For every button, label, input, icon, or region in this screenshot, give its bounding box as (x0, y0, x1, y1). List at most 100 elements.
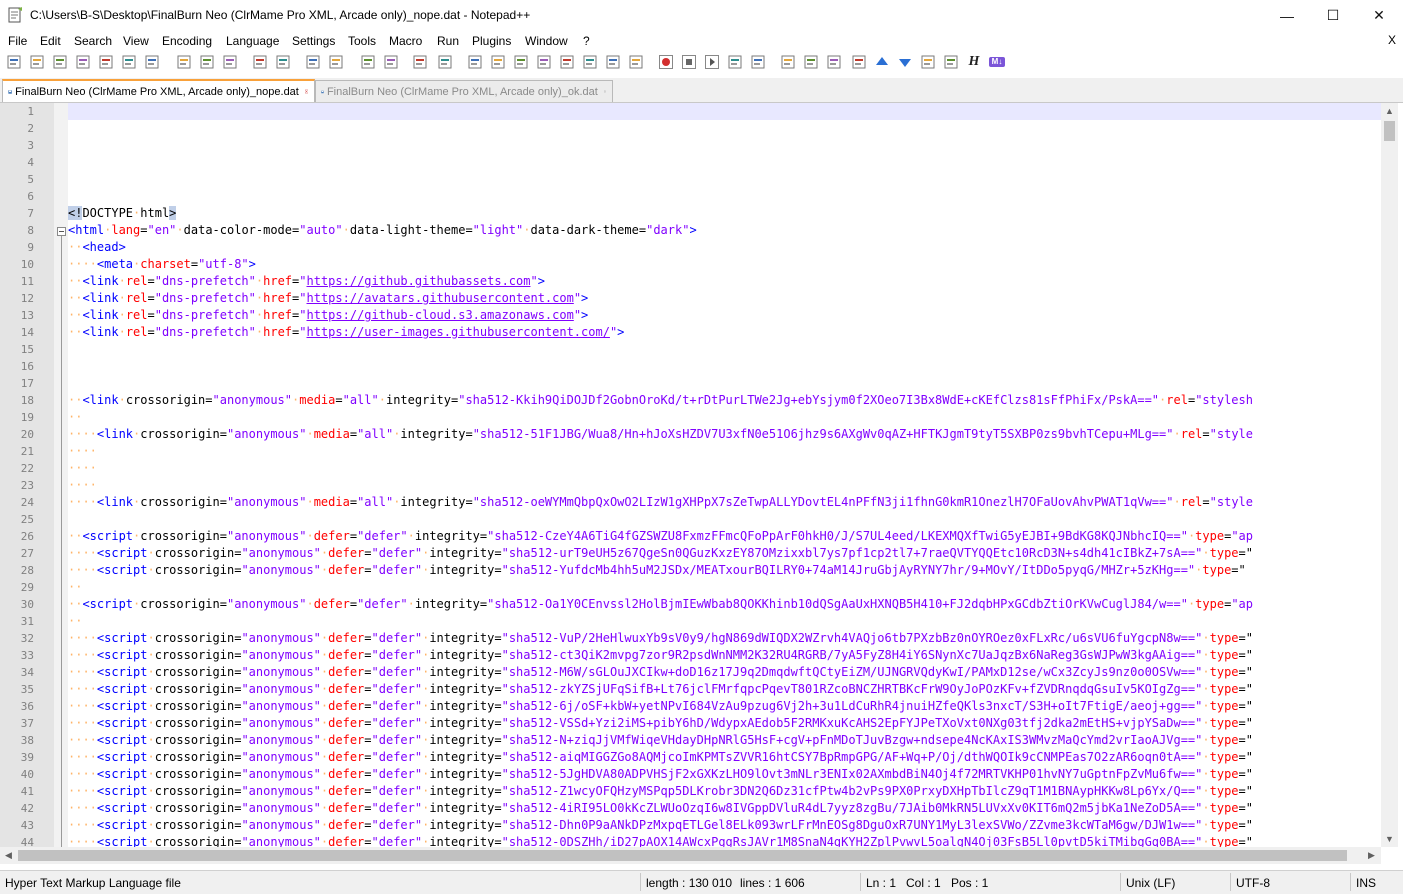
tab-close-icon[interactable] (304, 87, 308, 96)
stop-record-icon[interactable] (681, 54, 697, 70)
side-by-side-icon[interactable] (943, 54, 959, 70)
save-macro-icon[interactable] (750, 54, 766, 70)
scroll-down-icon[interactable]: ▼ (1385, 834, 1394, 844)
save-all-icon[interactable] (75, 54, 91, 70)
menu-search[interactable]: Search (74, 34, 112, 48)
menu-language[interactable]: Language (226, 34, 279, 48)
sync-vertical-icon[interactable] (412, 54, 428, 70)
code-line[interactable]: ····<script·crossorigin="anonymous"·defe… (68, 817, 1253, 834)
menu-view[interactable]: View (123, 34, 149, 48)
replace-icon[interactable] (328, 54, 344, 70)
menu-plugins[interactable]: Plugins (472, 34, 511, 48)
status-encoding[interactable]: UTF-8 (1236, 876, 1270, 890)
fold-margin[interactable] (54, 103, 68, 847)
code-line[interactable]: <!DOCTYPE·html> (68, 205, 177, 222)
menu-macro[interactable]: Macro (389, 34, 422, 48)
close-document-button[interactable]: X (1388, 33, 1396, 47)
record-macro-icon[interactable] (658, 54, 674, 70)
code-line[interactable]: ··<link·rel="dns-prefetch"·href="https:/… (68, 273, 545, 290)
tab-close-icon[interactable] (603, 87, 606, 96)
scroll-up-icon[interactable]: ▲ (1385, 106, 1394, 116)
menu-encoding[interactable]: Encoding (162, 34, 212, 48)
menu-help[interactable]: ? (583, 34, 590, 48)
folder-as-workspace-icon[interactable] (605, 54, 621, 70)
menu-window[interactable]: Window (525, 34, 568, 48)
doc-map-icon[interactable] (559, 54, 575, 70)
code-line[interactable]: ····<script·crossorigin="anonymous"·defe… (68, 783, 1253, 800)
clear-compare-icon[interactable] (851, 54, 867, 70)
vertical-scrollbar[interactable]: ▲ ▼ (1381, 103, 1398, 847)
compare-list2-icon[interactable] (826, 54, 842, 70)
code-line[interactable]: ···· (68, 460, 97, 477)
code-line[interactable]: ····<meta·charset="utf-8"> (68, 256, 256, 273)
code-line[interactable]: ··<head> (68, 239, 126, 256)
code-line[interactable]: ···· (68, 443, 97, 460)
find-icon[interactable] (305, 54, 321, 70)
markdown-icon[interactable]: M↓ (989, 54, 1005, 70)
menu-tools[interactable]: Tools (348, 34, 376, 48)
close-icon[interactable] (98, 54, 114, 70)
code-line[interactable]: ···· (68, 477, 97, 494)
status-insert-mode[interactable]: INS (1356, 876, 1376, 890)
print-icon[interactable] (144, 54, 160, 70)
menu-edit[interactable]: Edit (40, 34, 61, 48)
run-macro-multiple-icon[interactable] (727, 54, 743, 70)
redo-icon[interactable] (275, 54, 291, 70)
code-line[interactable]: ····<script·crossorigin="anonymous"·defe… (68, 630, 1253, 647)
sync-horizontal-icon[interactable] (437, 54, 453, 70)
code-line[interactable]: ··<script·crossorigin="anonymous"·defer=… (68, 528, 1253, 545)
compare-list-icon[interactable] (803, 54, 819, 70)
code-line[interactable]: ····<script·crossorigin="anonymous"·defe… (68, 800, 1253, 817)
tab-nope-dat[interactable]: FinalBurn Neo (ClrMame Pro XML, Arcade o… (2, 79, 315, 102)
editor[interactable]: 1 2 3 4 5 6 7 8 9 10 11 12 13 14 15 16 17 18 19 20 21 22 23 24 2… (0, 103, 1403, 847)
code-area[interactable]: <!DOCTYPE·html> <html·lang="en"·data-colo… (68, 103, 1381, 847)
save-icon[interactable] (52, 54, 68, 70)
code-line[interactable]: ····<script·crossorigin="anonymous"·defe… (68, 681, 1253, 698)
code-line[interactable]: <html·lang="en"·data-color-mode="auto"·d… (68, 222, 697, 239)
copy-icon[interactable] (199, 54, 215, 70)
code-line[interactable]: ····<script·crossorigin="anonymous"·defe… (68, 749, 1253, 766)
code-line[interactable]: ··<link·rel="dns-prefetch"·href="https:/… (68, 290, 588, 307)
word-wrap-icon[interactable] (467, 54, 483, 70)
menu-run[interactable]: Run (437, 34, 459, 48)
indent-guide-icon[interactable] (513, 54, 529, 70)
code-line[interactable]: ··<link·rel="dns-prefetch"·href="https:/… (68, 307, 588, 324)
close-window-button[interactable]: ✕ (1356, 0, 1402, 31)
code-line[interactable]: ····<script·crossorigin="anonymous"·defe… (68, 766, 1253, 783)
horizontal-scroll-thumb[interactable] (18, 850, 1347, 861)
code-line[interactable]: ····<script·crossorigin="anonymous"·defe… (68, 562, 1246, 579)
code-line[interactable]: ····<script·crossorigin="anonymous"·defe… (68, 545, 1253, 562)
next-diff-icon[interactable] (897, 54, 913, 70)
code-line[interactable]: ··<script·crossorigin="anonymous"·defer=… (68, 596, 1253, 613)
maximize-button[interactable]: ☐ (1310, 0, 1356, 31)
horizontal-scrollbar[interactable]: ◀ ▶ (0, 847, 1381, 864)
status-eol[interactable]: Unix (LF) (1126, 876, 1175, 890)
code-line[interactable]: ····<script·crossorigin="anonymous"·defe… (68, 647, 1253, 664)
vertical-scroll-thumb[interactable] (1384, 121, 1395, 141)
zoom-out-icon[interactable] (383, 54, 399, 70)
scroll-right-icon[interactable]: ▶ (1368, 850, 1375, 861)
menu-settings[interactable]: Settings (292, 34, 335, 48)
code-line[interactable]: ·· (68, 613, 82, 630)
compare-icon[interactable] (780, 54, 796, 70)
html-tag-icon[interactable]: H (966, 54, 982, 70)
new-file-icon[interactable] (6, 54, 22, 70)
code-line[interactable]: ··<link·rel="dns-prefetch"·href="https:/… (68, 324, 624, 341)
code-line[interactable]: ·· (68, 579, 82, 596)
close-all-icon[interactable] (121, 54, 137, 70)
minimize-button[interactable]: — (1264, 0, 1310, 31)
show-all-chars-icon[interactable] (490, 54, 506, 70)
code-line[interactable]: ····<script·crossorigin="anonymous"·defe… (68, 698, 1253, 715)
fold-toggle-icon[interactable] (57, 227, 66, 236)
last-diff-icon[interactable] (920, 54, 936, 70)
play-macro-icon[interactable] (704, 54, 720, 70)
scroll-left-icon[interactable]: ◀ (5, 850, 12, 861)
zoom-in-icon[interactable] (360, 54, 376, 70)
undo-icon[interactable] (252, 54, 268, 70)
menu-file[interactable]: File (8, 34, 27, 48)
code-line[interactable]: ·· (68, 409, 82, 426)
code-line[interactable]: ····<script·crossorigin="anonymous"·defe… (68, 715, 1253, 732)
function-list-icon[interactable] (582, 54, 598, 70)
code-line[interactable]: ····<link·crossorigin="anonymous"·media=… (68, 494, 1253, 511)
tab-ok-dat[interactable]: FinalBurn Neo (ClrMame Pro XML, Arcade o… (315, 80, 613, 102)
